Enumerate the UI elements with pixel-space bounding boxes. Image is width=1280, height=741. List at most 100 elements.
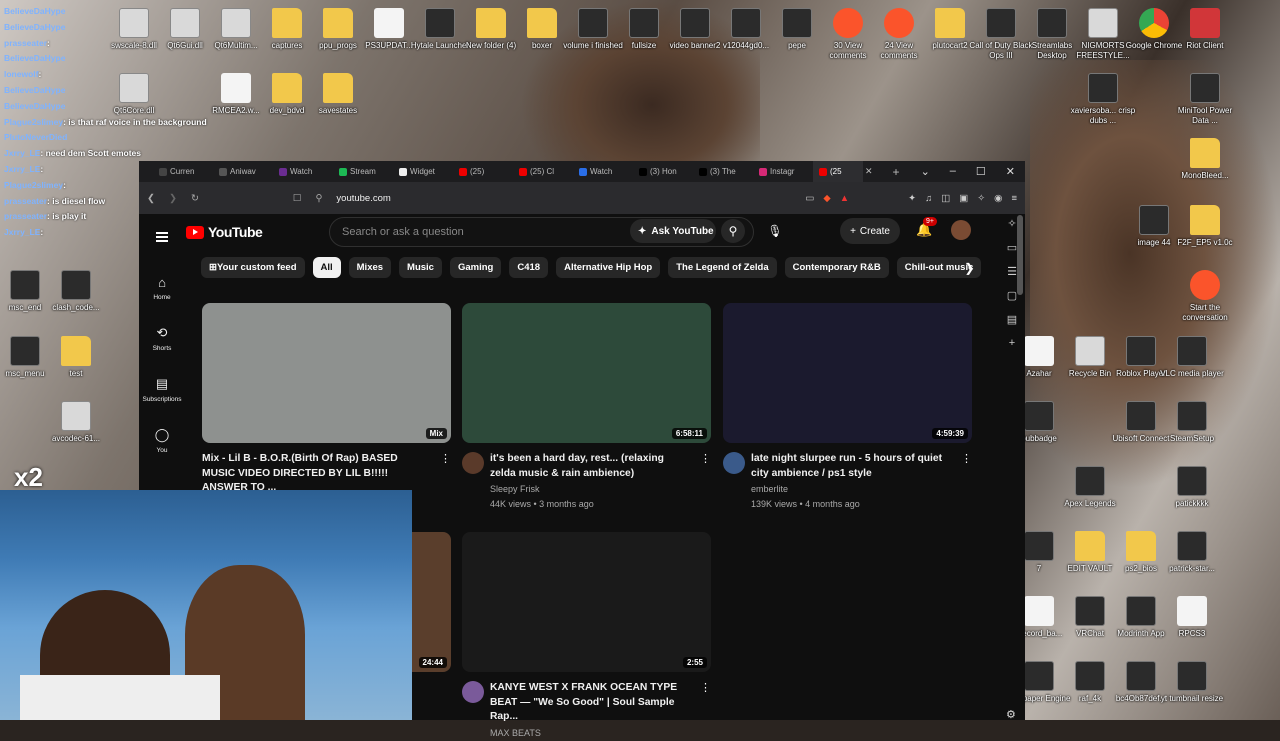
video-card[interactable]: 4:59:39 late night slurpee run - 5 hours … [723,303,972,511]
add-panel-icon[interactable]: + [1009,337,1015,349]
channel-avatar[interactable] [462,452,484,474]
filter-chip[interactable]: The Legend of Zelda [668,257,776,278]
video-card[interactable]: 2:55 KANYE WEST X FRANK OCEAN TYPE BEAT —… [462,532,711,741]
video-thumbnail[interactable]: 4:59:39 [723,303,972,443]
channel-name[interactable]: Sleepy Frisk [490,482,690,496]
video-thumbnail[interactable]: 6:58:11 [462,303,711,443]
rewards-icon[interactable]: ▲ [840,193,849,204]
address-field[interactable]: youtube.com [336,193,756,204]
minimize-button[interactable]: – [950,165,956,178]
channel-name[interactable]: MAX BEATS [490,726,690,740]
extensions-icon[interactable]: ✦ [908,193,916,204]
desktop-icon[interactable]: MiniTool Power Data ... [1172,73,1238,126]
video-thumbnail[interactable]: Mix [202,303,451,443]
brave-shields-icon[interactable]: ◆ [823,193,830,204]
new-tab-button[interactable]: + [893,165,900,179]
chat-icon[interactable]: ▭ [1007,241,1017,254]
desktop-icon[interactable]: Riot Client [1172,8,1238,51]
filter-chip[interactable]: Alternative Hip Hop [556,257,660,278]
account-avatar[interactable] [951,220,971,240]
browser-tab[interactable]: Curren [153,167,213,176]
filter-chip[interactable]: Music [399,257,442,278]
youtube-logo[interactable]: YouTube [186,224,262,240]
more-options-icon[interactable]: ⋮ [696,452,711,511]
video-card[interactable]: 6:58:11 it's been a hard day, rest... (re… [462,303,711,511]
chips-next-icon[interactable]: ❯ [959,257,980,278]
leo-icon[interactable]: ✧ [977,193,985,204]
bookmarks-icon[interactable]: ▢ [1007,289,1017,302]
video-title[interactable]: Mix - Lil B - B.O.R.(Birth Of Rap) BASED… [202,452,430,496]
browser-tab[interactable]: (25) [453,167,513,176]
vpn-icon[interactable]: ◉ [994,193,1002,204]
desktop-icon[interactable]: test [43,336,109,379]
filter-chip[interactable]: Contemporary R&B [785,257,889,278]
browser-tab[interactable]: Stream [333,167,393,176]
filter-chip[interactable]: All [313,257,341,278]
close-tab-icon[interactable]: ✕ [865,166,873,177]
video-title[interactable]: KANYE WEST X FRANK OCEAN TYPE BEAT — "We… [490,681,690,725]
media-icon[interactable]: ♫ [925,193,932,204]
desktop-icon[interactable]: patrick-star... [1159,531,1225,574]
tab-search-icon[interactable]: ⌄ [921,165,930,178]
video-title[interactable]: it's been a hard day, rest... (relaxing … [490,452,690,481]
filter-chip[interactable]: Gaming [450,257,501,278]
desktop-icon[interactable]: VLC media player [1159,336,1225,379]
more-options-icon[interactable]: ⋮ [696,681,711,741]
desktop-icon[interactable]: yt tumbnail resize [1159,661,1225,704]
forward-icon[interactable]: ❯ [169,193,177,204]
sidebar-item-home[interactable]: ⌂Home [139,262,185,313]
desktop-icon[interactable]: savestates [305,73,371,116]
browser-tab[interactable]: (25) Cl [513,167,573,176]
channel-avatar[interactable] [723,452,745,474]
channel-name[interactable]: emberlite [751,482,951,496]
desktop-icon[interactable]: clash_code... [43,270,109,313]
browser-tab[interactable]: (25 [813,161,863,182]
browser-tab[interactable]: Instagr [753,167,813,176]
video-card[interactable]: Mix Mix - Lil B - B.O.R.(Birth Of Rap) BA… [202,303,451,512]
history-icon[interactable]: ▤ [1007,313,1017,326]
desktop-icon[interactable]: SteamSetup [1159,401,1225,444]
ask-youtube-button[interactable]: ✦Ask YouTube [630,219,716,243]
search-button[interactable]: ⚲ [721,219,745,243]
video-title[interactable]: late night slurpee run - 5 hours of quie… [751,452,951,481]
browser-tab[interactable]: Widget [393,167,453,176]
close-window-button[interactable]: ✕ [1006,165,1015,178]
desktop-icon[interactable]: MonoBleed... [1172,138,1238,181]
sidebar-icon[interactable]: ◫ [941,193,950,204]
browser-tab[interactable]: (3) Hon [633,167,693,176]
desktop-icon[interactable]: Start the conversation [1172,270,1238,323]
channel-avatar[interactable] [462,681,484,703]
more-options-icon[interactable]: ⋮ [436,452,451,512]
desktop-icon[interactable]: xaviersoba... crisp dubs ... [1070,73,1136,126]
browser-tab[interactable]: Watch [273,167,333,176]
filter-chip[interactable]: Mixes [349,257,391,278]
desktop-icon[interactable]: patickkkk [1159,466,1225,509]
video-thumbnail[interactable]: 2:55 [462,532,711,672]
maximize-button[interactable]: ☐ [976,165,986,178]
browser-tab[interactable]: (3) The [693,167,753,176]
wallet-icon[interactable]: ▣ [959,193,968,204]
site-info-icon[interactable]: ⚲ [315,193,322,204]
sidebar-item-you[interactable]: ◯You [139,415,185,466]
reload-icon[interactable]: ↻ [191,193,199,204]
browser-tab[interactable]: Watch [573,167,633,176]
settings-gear-icon[interactable]: ⚙ [1006,708,1016,721]
more-options-icon[interactable]: ⋮ [957,452,972,511]
desktop-icon[interactable]: RPCS3 [1159,596,1225,639]
filter-chip[interactable]: C418 [509,257,548,278]
bookmark-icon[interactable]: ☐ [293,193,302,204]
desktop-icon[interactable]: F2F_EP5 v1.0c [1172,205,1238,248]
filter-chip[interactable]: ⊞ Your custom feed [201,257,305,278]
browser-tab[interactable]: Aniwav [213,167,273,176]
voice-search-button[interactable]: 🎙 [763,219,787,243]
reading-list-icon[interactable]: ☰ [1007,265,1017,278]
cast-icon[interactable]: ▭ [805,193,814,204]
sidebar-item-shorts[interactable]: ⟲Shorts [139,313,185,364]
leo-ai-icon[interactable]: ✧ [1007,217,1016,230]
menu-icon[interactable]: ≡ [1011,193,1017,204]
sidebar-item-subscriptions[interactable]: ▤Subscriptions [139,364,185,415]
back-icon[interactable]: ❮ [147,193,155,204]
desktop-icon[interactable]: avcodec-61... [43,401,109,444]
desktop-icon[interactable]: Apex Legends [1057,466,1123,509]
create-button[interactable]: +Create [840,218,900,244]
